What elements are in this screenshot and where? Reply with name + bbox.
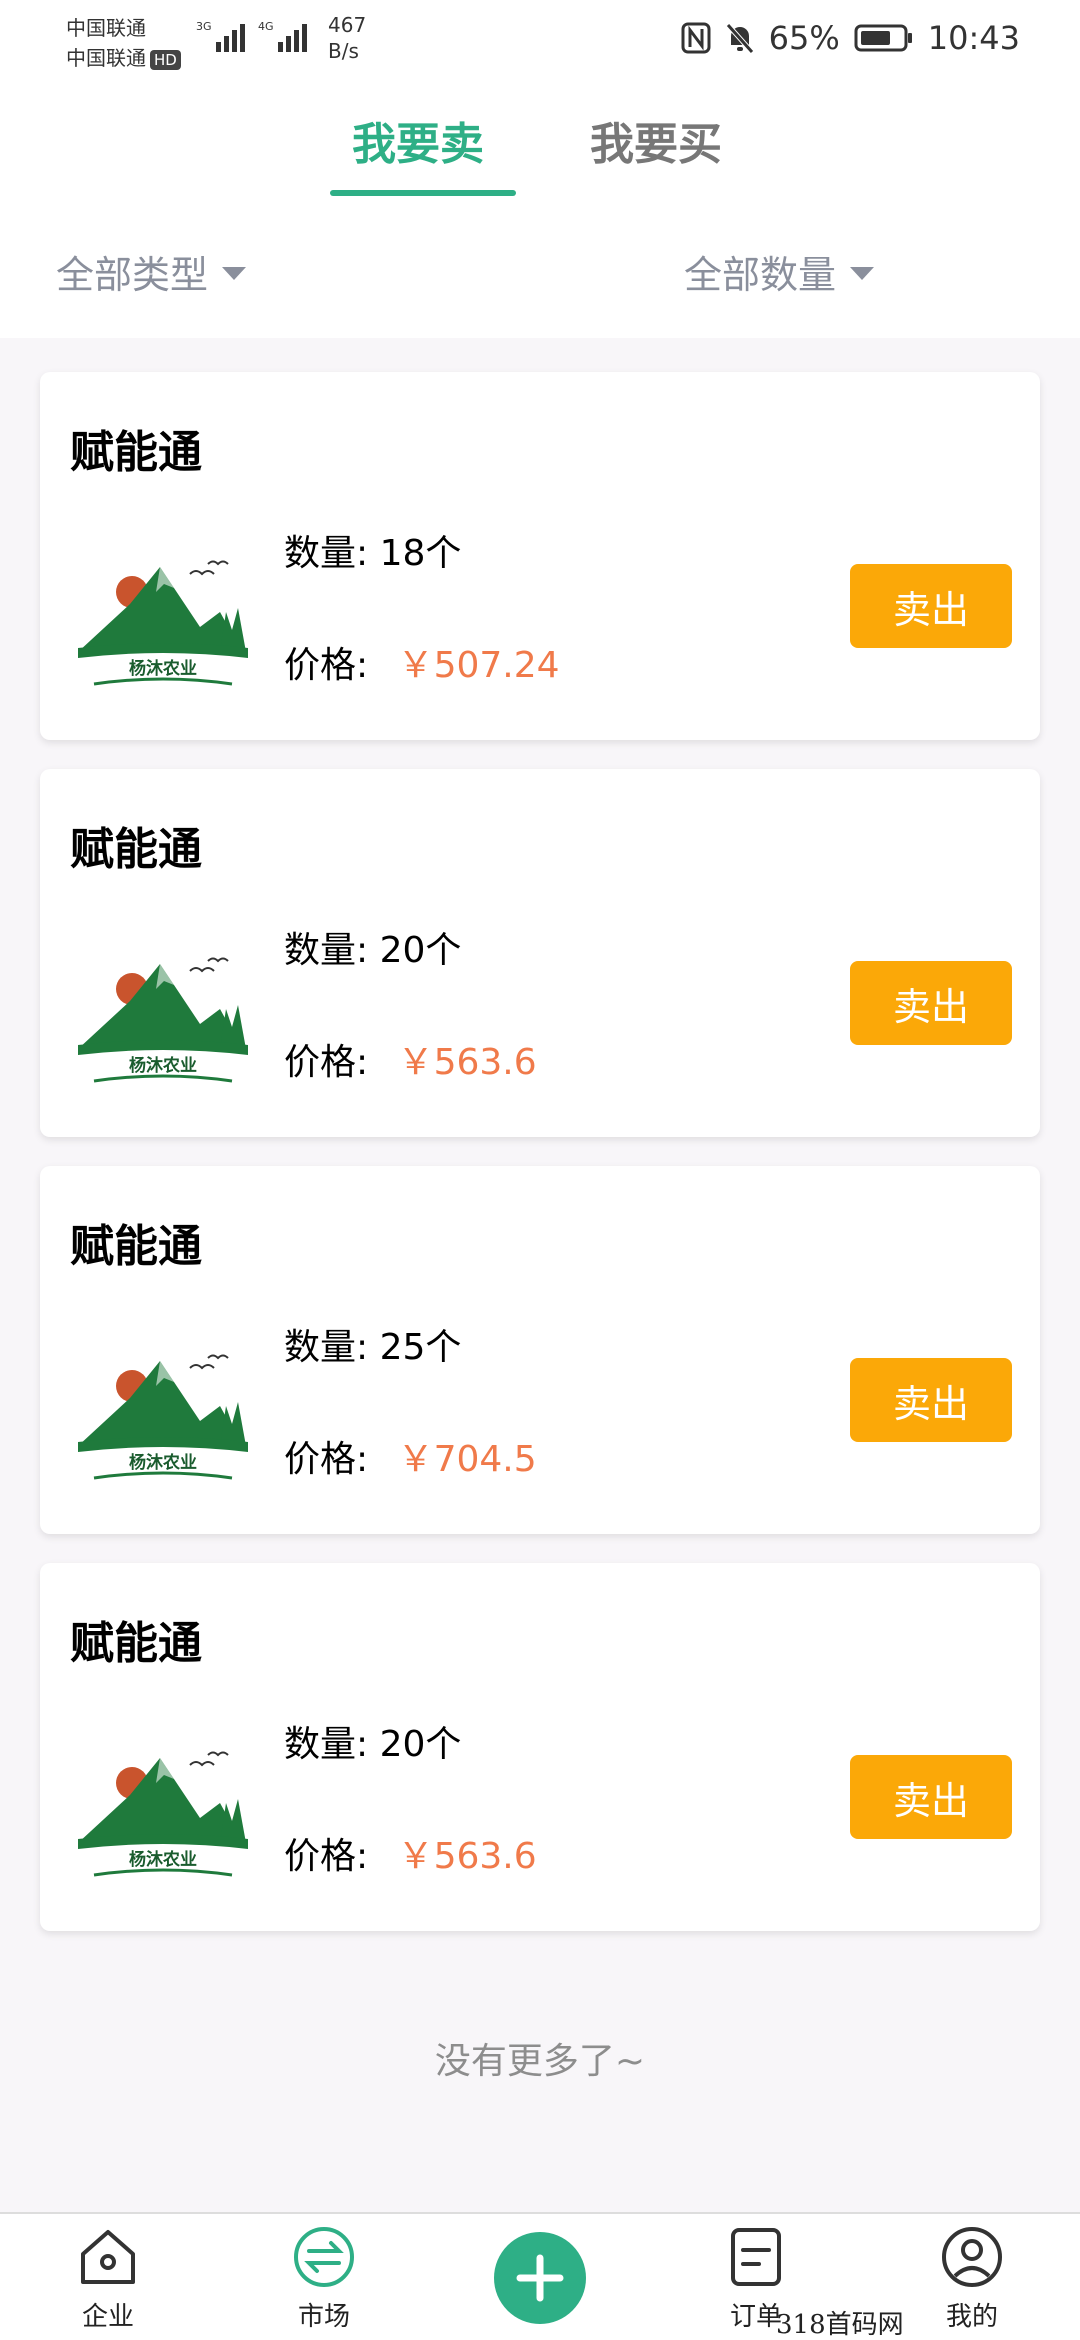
home-icon [81,2230,135,2284]
nav-market-label: 市场 [297,2302,350,2332]
battery-icon [854,24,912,52]
quantity-text: 数量: 18个 [284,524,461,576]
quantity-value: 25个 [379,1327,462,1368]
quantity-text: 数量: 20个 [284,1715,461,1767]
plus-icon [516,2254,564,2302]
filter-type-dropdown[interactable]: 全部类型 [56,244,247,299]
price-label: 价格: [284,1836,380,1877]
network-speed-unit: B/s [328,39,359,63]
mute-bell-icon [725,23,754,54]
nav-market[interactable]: 市场 [264,2224,384,2333]
active-tab-indicator [330,190,516,196]
status-bar: 中国联通 中国联通 HD 3G 4G 467 B/s 65% 10:43 [0,0,1080,80]
logo-text: 杨沐农业 [129,1452,197,1473]
nav-enterprise-label: 企业 [81,2302,134,2332]
carrier-2: 中国联通 HD [66,42,181,71]
quantity-label: 数量: [284,1327,380,1368]
exchange-icon [294,2227,354,2287]
carrier-2-label: 中国联通 [66,46,146,70]
tab-buy[interactable]: 我要买 [590,108,722,172]
signal-3g-label: 3G [196,20,212,33]
sell-button[interactable]: 卖出 [850,1358,1012,1442]
filter-quantity-dropdown[interactable]: 全部数量 [684,244,875,299]
quantity-value: 20个 [379,930,462,971]
logo-text: 杨沐农业 [129,1849,197,1870]
clock: 10:43 [927,19,1020,57]
company-logo-image: 杨沐农业 [70,1703,256,1889]
mountain-logo-icon: 杨沐农业 [78,1751,248,1877]
price-label: 价格: [284,645,380,686]
signal-4g-label: 4G [258,20,274,33]
listing-card[interactable]: 赋能通 杨沐农业 数量: 25个 价格: ￥704.5 卖出 [40,1166,1040,1534]
battery-percent: 65% [768,19,840,57]
listing-list: 赋能通 杨沐农业 数量: 18个 价格: ￥507.24 卖出 赋能通 杨沐农业… [40,372,1040,1960]
listing-card[interactable]: 赋能通 杨沐农业 数量: 20个 价格: ￥563.6 卖出 [40,769,1040,1137]
watermark-text: 318首码网 www.E318.com [776,2310,904,2340]
quantity-text: 数量: 25个 [284,1318,461,1370]
price-label: 价格: [284,1042,380,1083]
no-more-text: 没有更多了~ [434,2041,646,2082]
caret-down-icon [850,267,875,280]
listing-title: 赋能通 [70,1221,202,1272]
price-text: 价格: ￥563.6 [284,1033,537,1085]
price-text: 价格: ￥507.24 [284,636,560,688]
price-text: 价格: ￥563.6 [284,1827,537,1879]
quantity-label: 数量: [284,930,380,971]
price-value: ￥704.5 [397,1439,537,1480]
logo-text: 杨沐农业 [129,658,197,679]
sell-button[interactable]: 卖出 [850,961,1012,1045]
filter-quantity-label: 全部数量 [684,253,837,297]
company-logo-image: 杨沐农业 [70,1306,256,1492]
network-speed-value: 467 [328,13,367,37]
signal-3g-icon: 3G [196,20,245,52]
nav-enterprise[interactable]: 企业 [48,2224,168,2333]
quantity-text: 数量: 20个 [284,921,461,973]
user-icon [942,2227,1002,2287]
quantity-value: 18个 [379,533,462,574]
carrier-1: 中国联通 [66,16,146,40]
market-header: 我要卖 我要买 全部类型 全部数量 [0,80,1080,338]
add-button[interactable] [494,2232,586,2324]
listing-title: 赋能通 [70,1618,202,1669]
company-logo-image: 杨沐农业 [70,909,256,1095]
price-value: ￥563.6 [397,1836,537,1877]
quantity-value: 20个 [379,1724,462,1765]
listing-title: 赋能通 [70,824,202,875]
price-value: ￥563.6 [397,1042,537,1083]
caret-down-icon [222,267,247,280]
nfc-icon [681,22,711,54]
document-icon [731,2228,781,2286]
signal-4g-icon: 4G [258,20,307,52]
mountain-logo-icon: 杨沐农业 [78,1354,248,1480]
logo-text: 杨沐农业 [129,1055,197,1076]
tab-sell[interactable]: 我要卖 [352,108,484,172]
price-value: ￥507.24 [397,645,560,686]
filter-type-label: 全部类型 [56,253,209,297]
price-label: 价格: [284,1439,380,1480]
listing-card[interactable]: 赋能通 杨沐农业 数量: 20个 价格: ￥563.6 卖出 [40,1563,1040,1931]
mountain-logo-icon: 杨沐农业 [78,560,248,686]
company-logo-image: 杨沐农业 [70,512,256,698]
status-right: 65% 10:43 [681,16,1020,60]
listing-card[interactable]: 赋能通 杨沐农业 数量: 18个 价格: ￥507.24 卖出 [40,372,1040,740]
sell-button[interactable]: 卖出 [850,1755,1012,1839]
mountain-logo-icon: 杨沐农业 [78,957,248,1083]
price-text: 价格: ￥704.5 [284,1430,537,1482]
listing-title: 赋能通 [70,427,202,478]
network-speed: 467 B/s [328,12,366,64]
hd-badge: HD [150,50,181,70]
quantity-label: 数量: [284,533,380,574]
quantity-label: 数量: [284,1724,380,1765]
sell-button[interactable]: 卖出 [850,564,1012,648]
